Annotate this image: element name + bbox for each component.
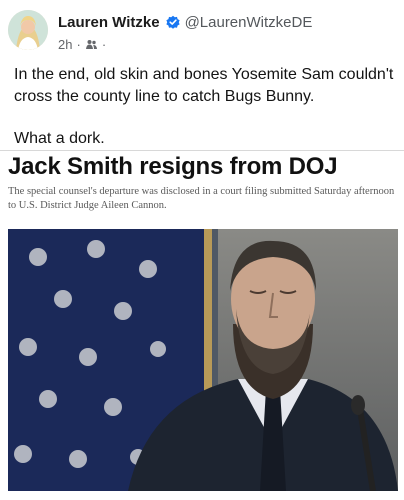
post-body: In the end, old skin and bones Yosemite … <box>14 64 398 150</box>
post-text-line-1: In the end, old skin and bones Yosemite … <box>14 66 394 105</box>
separator-dot: · <box>76 36 81 52</box>
friends-icon[interactable] <box>85 38 98 51</box>
post-header: Lauren Witzke @LaurenWitzkeDE 2h · · <box>8 10 404 56</box>
avatar[interactable] <box>8 10 48 50</box>
separator-dot-2: · <box>101 36 107 52</box>
avatar-image <box>8 10 48 50</box>
post-time[interactable]: 2h <box>58 37 72 52</box>
name-row: Lauren Witzke @LaurenWitzkeDE <box>58 12 312 32</box>
post-meta-row: 2h · · <box>58 35 312 53</box>
shared-article-card[interactable]: Jack Smith resigns from DOJ The special … <box>0 150 404 500</box>
article-deck: The special counsel's departure was disc… <box>8 186 395 211</box>
article-photo[interactable] <box>8 229 398 491</box>
post-text-line-2: What a dork. <box>14 130 105 147</box>
author-meta: Lauren Witzke @LaurenWitzkeDE 2h · · <box>58 12 312 53</box>
author-handle[interactable]: @LaurenWitzkeDE <box>185 14 313 31</box>
author-name[interactable]: Lauren Witzke <box>58 14 160 31</box>
verified-badge-icon <box>165 14 181 30</box>
article-photo-image <box>8 229 398 491</box>
article-headline[interactable]: Jack Smith resigns from DOJ <box>8 153 338 181</box>
